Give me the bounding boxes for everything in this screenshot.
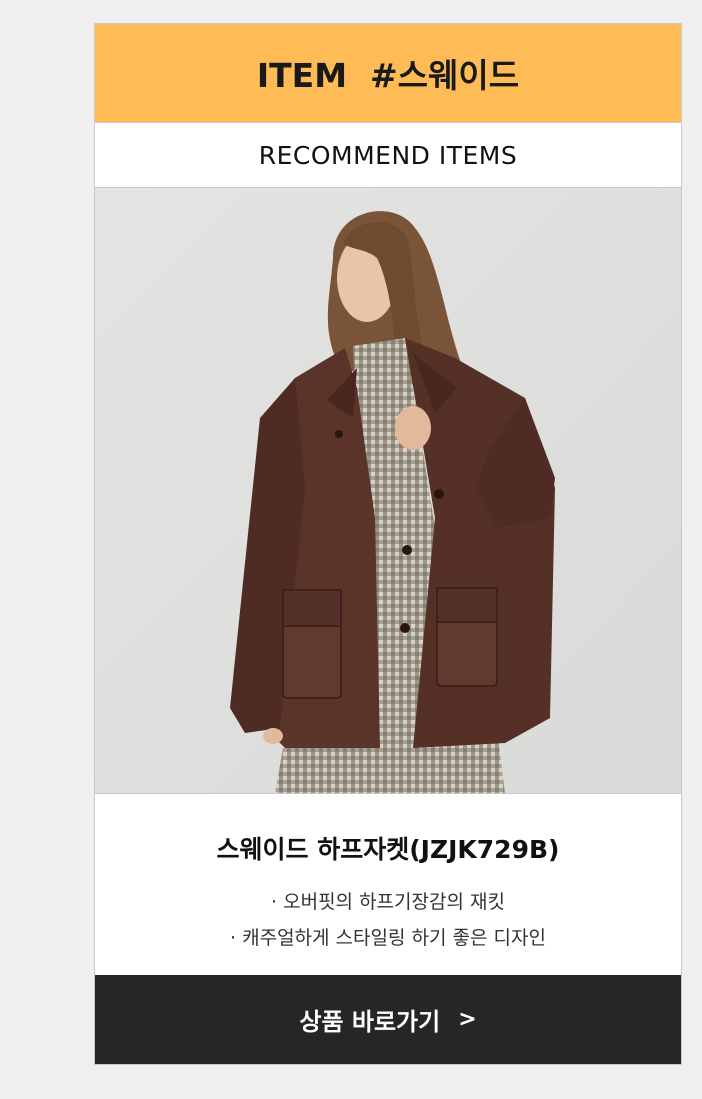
section-header: RECOMMEND ITEMS — [95, 123, 681, 188]
feature-line: · 캐주얼하게 스타일링 하기 좋은 디자인 — [230, 927, 546, 949]
banner-title: ITEM #스웨이드 — [256, 56, 520, 95]
item-banner: ITEM #스웨이드 — [95, 24, 681, 123]
section-title: RECOMMEND ITEMS — [258, 140, 518, 170]
go-to-product-button[interactable]: 상품 바로가기 > — [95, 975, 681, 1064]
model-photo — [95, 188, 681, 793]
product-info: 스웨이드 하프자켓(JZJK729B) · 오버핏의 하프기장감의 재킷 · 캐… — [95, 794, 681, 981]
product-card: ITEM #스웨이드 RECOMMEND ITEMS 스웨이드 하프자켓(JZJ… — [94, 23, 682, 1065]
product-name[interactable]: 스웨이드 하프자켓(JZJK729B) — [95, 830, 681, 866]
product-image[interactable] — [95, 188, 681, 794]
feature-line: · 오버핏의 하프기장감의 재킷 — [271, 891, 505, 913]
chevron-right-icon: > — [458, 1007, 477, 1032]
cta-label: 상품 바로가기 — [299, 1008, 441, 1036]
